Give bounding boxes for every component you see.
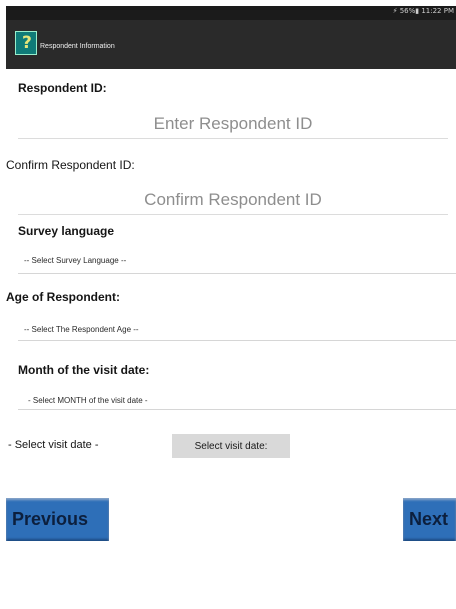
age-select[interactable]: -- Select The Respondent Age -- [18, 313, 456, 341]
visit-date-label: - Select visit date - [8, 439, 99, 451]
respondent-id-label: Respondent ID: [18, 81, 107, 95]
confirm-respondent-id-label: Confirm Respondent ID: [6, 158, 135, 172]
survey-language-label: Survey language [18, 224, 115, 238]
month-underline [18, 409, 456, 410]
respondent-id-field[interactable]: Enter Respondent ID [18, 109, 448, 139]
app-screen: ⚡ 56%▮ 11:22 PM Respondent Information R… [6, 6, 456, 609]
previous-button[interactable]: Previous [6, 498, 109, 541]
app-logo-icon [15, 31, 37, 55]
status-bar: ⚡ 56%▮ 11:22 PM [6, 6, 456, 20]
age-underline [18, 340, 456, 341]
next-button[interactable]: Next [403, 498, 456, 541]
age-selected: -- Select The Respondent Age -- [24, 325, 139, 334]
survey-language-selected: -- Select Survey Language -- [24, 256, 127, 265]
month-select[interactable]: - Select MONTH of the visit date - [18, 384, 456, 410]
select-visit-date-button[interactable]: Select visit date: [172, 434, 290, 458]
respondent-id-underline [18, 138, 448, 139]
survey-language-underline [18, 273, 456, 274]
month-label: Month of the visit date: [18, 363, 150, 377]
survey-language-select[interactable]: -- Select Survey Language -- [18, 246, 456, 274]
confirm-respondent-id-underline [18, 214, 448, 215]
confirm-respondent-id-placeholder: Confirm Respondent ID [144, 190, 322, 209]
month-selected: - Select MONTH of the visit date - [28, 396, 148, 405]
respondent-id-placeholder: Enter Respondent ID [153, 114, 313, 133]
app-title: Respondent Information [40, 43, 115, 50]
status-text: ⚡ 56%▮ 11:22 PM [392, 7, 454, 15]
confirm-respondent-id-field[interactable]: Confirm Respondent ID [18, 185, 448, 215]
age-label: Age of Respondent: [6, 290, 120, 304]
app-bar: Respondent Information [6, 20, 456, 69]
